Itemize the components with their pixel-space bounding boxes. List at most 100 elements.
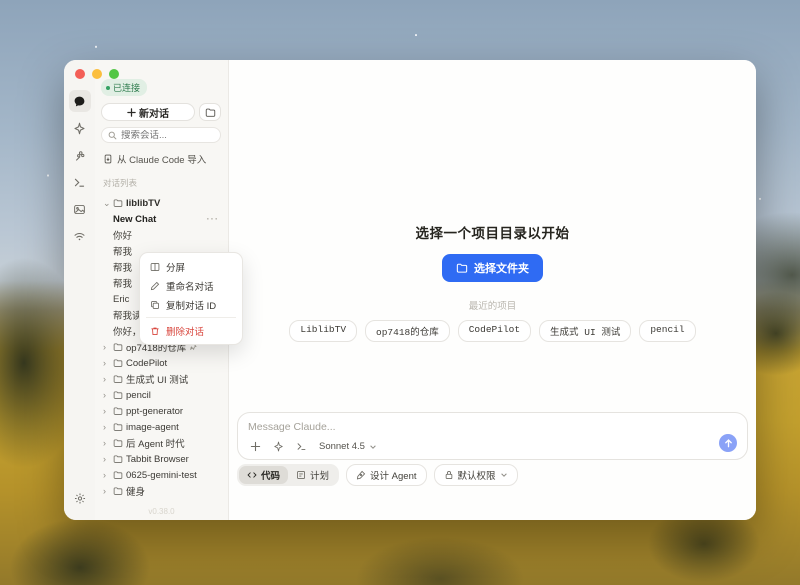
wifi-nav-icon[interactable]: [69, 225, 91, 247]
folder-icon: [113, 438, 123, 448]
mode-code[interactable]: 代码: [239, 466, 288, 484]
search-bar[interactable]: [101, 127, 221, 143]
model-name: Sonnet 4.5: [319, 441, 365, 452]
menu-item-label: 复制对话 ID: [166, 298, 216, 312]
claude-code-import-item[interactable]: 从 Claude Code 导入: [103, 152, 219, 166]
split-screen-icon: [150, 262, 160, 272]
plan-icon: [296, 470, 306, 480]
recent-project-chip[interactable]: 生成式 UI 测试: [539, 320, 631, 342]
new-chat-button[interactable]: 新对话: [101, 103, 195, 121]
recent-projects-label: 最近的项目: [229, 298, 756, 312]
chat-context-menu: 分屏 重命名对话 复制对话 ID 删除对话: [139, 252, 243, 345]
folder-label: 健身: [126, 484, 145, 498]
composer-placeholder[interactable]: Message Claude...: [248, 421, 737, 433]
mode-bar: 代码 计划 设计 Agent 默认权限: [237, 464, 518, 486]
choose-folder-button[interactable]: 选择文件夹: [442, 254, 543, 282]
mode-plan-label: 计划: [310, 468, 329, 482]
recent-project-chip[interactable]: CodePilot: [458, 320, 531, 342]
folder-row[interactable]: › CodePilot: [101, 355, 221, 371]
folder-row[interactable]: › 后 Agent 时代: [101, 435, 221, 451]
design-agent-label: 设计 Agent: [370, 468, 416, 482]
folder-row[interactable]: › 健身: [101, 483, 221, 499]
menu-item-delete[interactable]: 删除对话: [144, 321, 238, 340]
gallery-nav-icon[interactable]: [69, 198, 91, 220]
conversation-list-label: 对话列表: [103, 177, 219, 189]
model-selector[interactable]: Sonnet 4.5: [319, 441, 377, 452]
settings-gear-icon[interactable]: [73, 492, 86, 508]
folder-icon: [113, 198, 123, 208]
recent-project-chip[interactable]: pencil: [639, 320, 695, 342]
folder-label: 后 Agent 时代: [126, 436, 185, 450]
folder-row[interactable]: › pencil: [101, 387, 221, 403]
terminal-icon[interactable]: [296, 441, 307, 452]
menu-divider: [146, 317, 236, 318]
mode-code-label: 代码: [261, 468, 280, 482]
zoom-window-button[interactable]: [109, 69, 119, 79]
design-agent-chip[interactable]: 设计 Agent: [346, 464, 426, 486]
terminal-nav-icon[interactable]: [69, 171, 91, 193]
minimize-window-button[interactable]: [92, 69, 102, 79]
folder-row-root[interactable]: ⌄ liblibTV: [101, 195, 221, 211]
composer-toolbar: Sonnet 4.5: [250, 441, 377, 452]
chat-title-fragment: 帮我: [113, 276, 132, 290]
chat-title-fragment: 你好: [113, 228, 132, 242]
app-window: 已连接 新对话 从 Claude Code 导入 对话列表: [64, 60, 756, 520]
status-badge-label: 已连接: [113, 81, 140, 94]
chevron-right-icon: ›: [103, 438, 110, 448]
sidebar: 已连接 新对话 从 Claude Code 导入 对话列表: [95, 60, 229, 520]
search-icon: [108, 131, 117, 140]
search-input[interactable]: [121, 130, 201, 141]
spark-icon[interactable]: [273, 441, 284, 452]
folder-label: Tabbit Browser: [126, 454, 189, 465]
pencil-icon: [150, 281, 160, 291]
arrow-up-icon: [724, 439, 733, 448]
menu-item-rename[interactable]: 重命名对话: [144, 276, 238, 295]
folder-label: 0625-gemini-test: [126, 470, 197, 481]
folder-row[interactable]: › 生成式 UI 测试: [101, 371, 221, 387]
recent-project-chip[interactable]: op7418的仓库: [365, 320, 450, 342]
recent-project-chip[interactable]: LiblibTV: [289, 320, 357, 342]
empty-state: 选择一个项目目录以开始 选择文件夹 最近的项目 LiblibTV op7418的…: [229, 222, 756, 342]
menu-item-split[interactable]: 分屏: [144, 257, 238, 276]
page-title: 选择一个项目目录以开始: [229, 222, 756, 242]
icon-rail: [64, 60, 95, 520]
lock-icon: [444, 470, 454, 480]
folder-icon: [113, 358, 123, 368]
folder-icon: [113, 486, 123, 496]
chat-title-fragment: 帮我: [113, 244, 132, 258]
menu-item-copy-id[interactable]: 复制对话 ID: [144, 295, 238, 314]
desktop: 已连接 新对话 从 Claude Code 导入 对话列表: [0, 0, 800, 585]
chat-row-new-chat[interactable]: New Chat ···: [101, 211, 221, 227]
folder-label: image-agent: [126, 422, 179, 433]
folder-row[interactable]: › Tabbit Browser: [101, 451, 221, 467]
send-button[interactable]: [719, 434, 737, 452]
folder-row[interactable]: › ppt-generator: [101, 403, 221, 419]
attach-plus-icon[interactable]: [250, 441, 261, 452]
chevron-right-icon: ›: [103, 390, 110, 400]
open-folder-button[interactable]: [199, 103, 221, 121]
message-composer[interactable]: Message Claude... Sonnet 4.5: [237, 412, 748, 460]
chevron-right-icon: ›: [103, 406, 110, 416]
close-window-button[interactable]: [75, 69, 85, 79]
folder-label: CodePilot: [126, 358, 167, 369]
new-chat-item-label: New Chat: [113, 214, 156, 225]
folder-row[interactable]: › 0625-gemini-test: [101, 467, 221, 483]
chats-nav-icon[interactable]: [69, 90, 91, 112]
chevron-down-icon: [500, 471, 508, 479]
copy-icon: [150, 300, 160, 310]
menu-item-label: 分屏: [166, 260, 185, 274]
menu-item-label: 删除对话: [166, 324, 204, 338]
spark-nav-icon[interactable]: [69, 117, 91, 139]
folder-row[interactable]: › image-agent: [101, 419, 221, 435]
permission-chip[interactable]: 默认权限: [434, 464, 518, 486]
flower-nav-icon[interactable]: [69, 144, 91, 166]
chevron-right-icon: ›: [103, 470, 110, 480]
folder-icon: [205, 107, 216, 118]
more-options-icon[interactable]: ···: [207, 214, 220, 225]
chat-row-hidden[interactable]: 你好: [101, 227, 221, 243]
folder-label: 生成式 UI 测试: [126, 372, 188, 386]
status-dot-icon: [106, 86, 110, 90]
chevron-down-icon: ⌄: [103, 198, 110, 209]
new-chat-button-label: 新对话: [139, 105, 169, 120]
mode-plan[interactable]: 计划: [288, 466, 337, 484]
